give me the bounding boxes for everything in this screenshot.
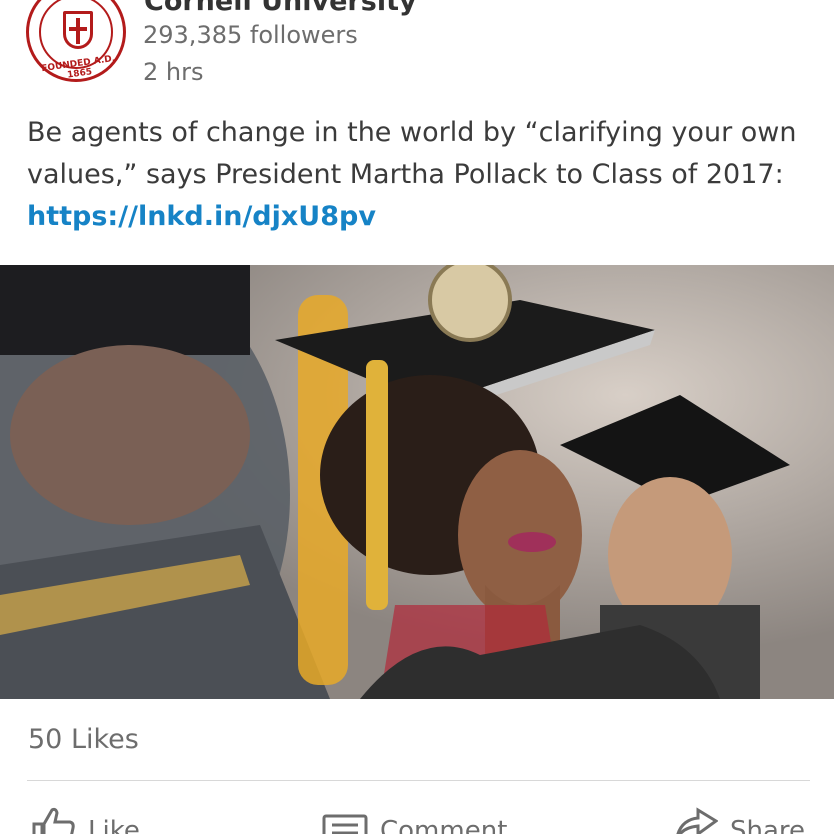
graduation-photo-illustration — [0, 265, 834, 699]
comment-icon — [322, 814, 368, 834]
linkedin-post: FOUNDED A.D. 1865 Cornell University 293… — [0, 0, 834, 834]
post-text: Be agents of change in the world by “cla… — [27, 117, 797, 190]
more-options-icon[interactable] — [760, 0, 810, 4]
like-button[interactable]: Like — [30, 806, 140, 834]
follower-count: 293,385 followers — [143, 21, 358, 49]
thumbs-up-icon — [32, 807, 75, 834]
share-label: Share — [730, 816, 806, 834]
post-photo[interactable] — [0, 265, 834, 699]
logo-shield-icon — [63, 11, 93, 49]
likes-count[interactable]: 50 Likes — [28, 724, 139, 755]
share-arrow-icon — [676, 807, 718, 834]
like-label: Like — [88, 816, 140, 834]
post-timestamp: 2 hrs — [143, 58, 204, 86]
divider — [27, 780, 810, 781]
org-name[interactable]: Cornell University — [144, 0, 417, 17]
cornell-logo-avatar[interactable]: FOUNDED A.D. 1865 — [26, 0, 126, 82]
post-link[interactable]: https://lnkd.in/djxU8pv — [27, 196, 376, 238]
logo-founded-text: FOUNDED A.D. 1865 — [40, 53, 116, 81]
share-button[interactable]: Share — [672, 806, 805, 834]
comment-button[interactable]: Comment — [322, 806, 507, 834]
comment-label: Comment — [380, 816, 508, 834]
